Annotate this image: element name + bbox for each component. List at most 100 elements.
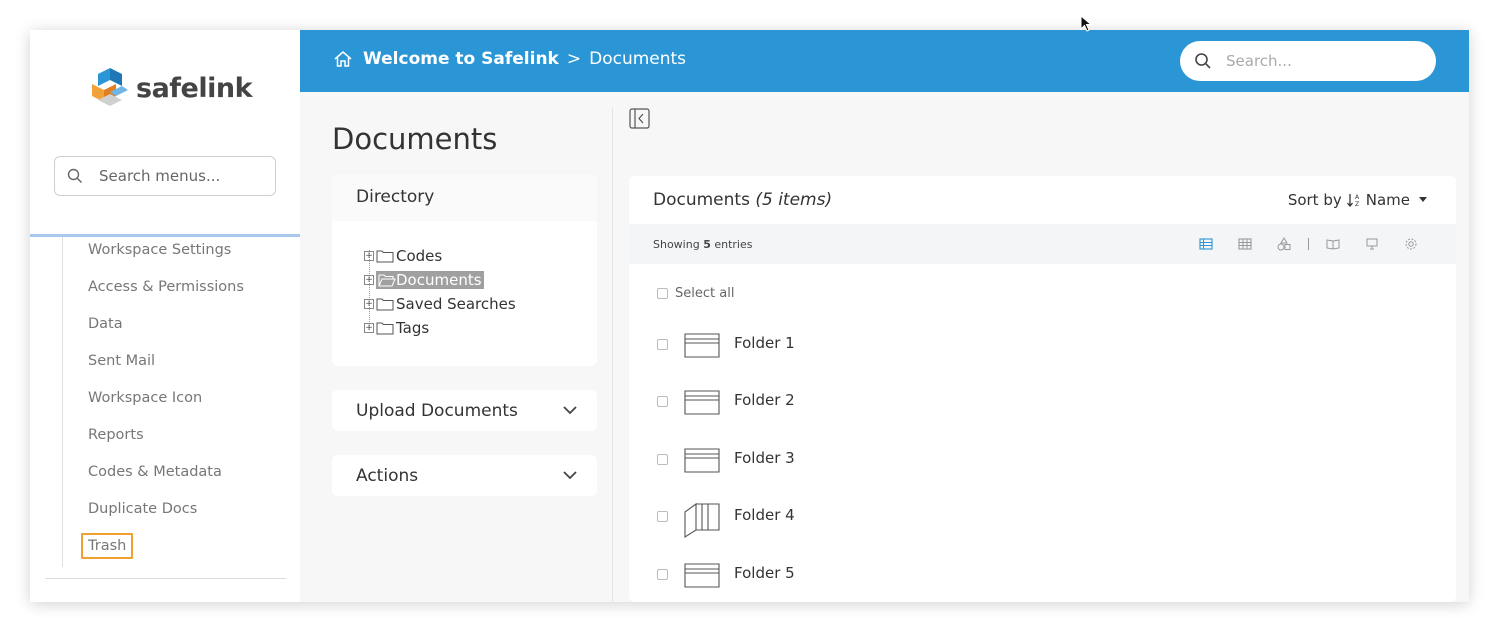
- book-icon[interactable]: [1326, 237, 1340, 251]
- item-count: (5 items): [755, 190, 833, 210]
- top-bar: Welcome to Safelink > Documents: [300, 30, 1469, 92]
- folder-icon: [376, 322, 394, 335]
- folder-name: Folder 5: [734, 564, 795, 582]
- row-checkbox[interactable]: [657, 511, 668, 522]
- list-title: Documents (5 items): [653, 190, 833, 210]
- home-icon[interactable]: [333, 49, 353, 69]
- folder-icon: [376, 250, 394, 263]
- sidebar-menu: Workspace Settings Access & Permissions …: [81, 236, 244, 569]
- select-all-label: Select all: [675, 286, 735, 301]
- app-window: safelink Workspace Settings Access & Per…: [30, 30, 1469, 602]
- toolbar-separator: [1308, 238, 1309, 250]
- folder-name: Folder 4: [734, 506, 795, 524]
- svg-text:Z: Z: [1355, 201, 1359, 208]
- row-checkbox[interactable]: [657, 339, 668, 350]
- search-icon: [67, 168, 82, 183]
- tree-node-selected: Documents: [376, 271, 484, 289]
- sort-prefix: Sort by: [1287, 191, 1342, 209]
- gear-icon[interactable]: [1404, 237, 1418, 251]
- tree-node-label: Documents: [396, 271, 482, 289]
- sidebar-item-reports[interactable]: Reports: [88, 421, 244, 458]
- global-search-box[interactable]: [1180, 41, 1436, 81]
- folder-closed-icon: [684, 448, 720, 473]
- sidebar-item-access-permissions[interactable]: Access & Permissions: [88, 273, 244, 310]
- sidebar-item-workspace-settings[interactable]: Workspace Settings: [88, 236, 244, 273]
- safelink-logo-icon: [92, 68, 128, 106]
- row-checkbox[interactable]: [657, 454, 668, 465]
- actions-accordion[interactable]: Actions: [332, 455, 597, 496]
- row-checkbox[interactable]: [657, 396, 668, 407]
- panel-separator: [612, 108, 613, 602]
- shapes-icon[interactable]: [1277, 237, 1291, 251]
- menu-search-input[interactable]: [99, 167, 249, 185]
- mouse-cursor-icon: [1080, 15, 1092, 32]
- tree-node-saved-searches[interactable]: + Saved Searches: [364, 292, 516, 316]
- list-item[interactable]: Folder 3: [657, 448, 795, 473]
- expand-icon[interactable]: +: [364, 251, 374, 261]
- documents-list-card: Documents (5 items) Sort by A Z Name Sho…: [629, 176, 1456, 602]
- tree-node-codes[interactable]: + Codes: [364, 244, 516, 268]
- tree-node-label: Tags: [396, 319, 430, 337]
- showing-entries: Showing 5 entries: [653, 237, 753, 251]
- select-all-checkbox[interactable]: [657, 288, 668, 299]
- breadcrumb-separator: >: [566, 49, 582, 69]
- directory-title: Directory: [332, 174, 597, 221]
- folder-closed-icon: [684, 563, 720, 588]
- select-all[interactable]: Select all: [657, 286, 734, 301]
- list-header: Documents (5 items) Sort by A Z Name: [629, 176, 1456, 224]
- sidebar-item-codes-metadata[interactable]: Codes & Metadata: [88, 458, 244, 495]
- sidebar-item-data[interactable]: Data: [88, 310, 244, 347]
- list-item[interactable]: Folder 2: [657, 390, 795, 415]
- sort-field: Name: [1365, 191, 1410, 209]
- list-item[interactable]: Folder 5: [657, 563, 795, 588]
- sidebar-tree-line: [62, 237, 63, 567]
- breadcrumb-home-link[interactable]: Welcome to Safelink: [363, 49, 559, 69]
- folder-name: Folder 3: [734, 449, 795, 467]
- page-title: Documents: [332, 122, 498, 156]
- upload-documents-accordion[interactable]: Upload Documents: [332, 390, 597, 431]
- chevron-down-icon: [563, 471, 577, 480]
- directory-tree: + Codes + Documents + Saved Searches + T…: [364, 244, 516, 340]
- tree-node-documents[interactable]: + Documents: [364, 268, 516, 292]
- collapse-panel-button[interactable]: [629, 108, 650, 133]
- actions-title: Actions: [356, 465, 419, 486]
- sort-dropdown[interactable]: Sort by A Z Name: [1288, 191, 1428, 209]
- presentation-icon[interactable]: [1365, 237, 1379, 251]
- sidebar-item-workspace-icon[interactable]: Workspace Icon: [88, 384, 244, 421]
- global-search-input[interactable]: [1226, 52, 1406, 70]
- sidebar-bottom-divider: [45, 578, 286, 579]
- folder-open-icon: [684, 502, 720, 538]
- directory-card: Directory + Codes + Documents + Saved Se…: [332, 174, 597, 366]
- list-view-icon[interactable]: [1199, 237, 1213, 251]
- menu-search-box[interactable]: [54, 156, 276, 196]
- brand-logo[interactable]: safelink: [88, 66, 253, 110]
- search-icon: [1195, 53, 1211, 69]
- sidebar-item-duplicate-docs[interactable]: Duplicate Docs: [88, 495, 244, 532]
- expand-icon[interactable]: +: [364, 323, 374, 333]
- folder-name: Folder 2: [734, 391, 795, 409]
- breadcrumb-current: Documents: [589, 49, 687, 69]
- grid-view-icon[interactable]: [1238, 237, 1252, 251]
- svg-text:A: A: [1355, 194, 1360, 201]
- sidebar-item-trash[interactable]: Trash: [81, 532, 244, 569]
- brand-name: safelink: [136, 72, 253, 104]
- folder-open-icon: [378, 274, 396, 287]
- expand-icon[interactable]: +: [364, 299, 374, 309]
- tree-node-tags[interactable]: + Tags: [364, 316, 516, 340]
- folder-closed-icon: [684, 333, 720, 358]
- row-checkbox[interactable]: [657, 569, 668, 580]
- expand-icon[interactable]: +: [364, 275, 374, 285]
- folder-closed-icon: [684, 390, 720, 415]
- tree-node-label: Saved Searches: [396, 295, 516, 313]
- caret-down-icon: [1419, 197, 1427, 202]
- folder-name: Folder 1: [734, 334, 795, 352]
- chevron-down-icon: [563, 406, 577, 415]
- list-item[interactable]: Folder 4: [657, 502, 795, 538]
- sidebar: safelink Workspace Settings Access & Per…: [30, 30, 300, 602]
- list-toolbar: Showing 5 entries: [629, 224, 1456, 264]
- list-item[interactable]: Folder 1: [657, 333, 795, 358]
- tree-node-label: Codes: [396, 247, 443, 265]
- sidebar-item-sent-mail[interactable]: Sent Mail: [88, 347, 244, 384]
- sort-alpha-icon: A Z: [1346, 194, 1360, 208]
- view-options: [1199, 237, 1418, 251]
